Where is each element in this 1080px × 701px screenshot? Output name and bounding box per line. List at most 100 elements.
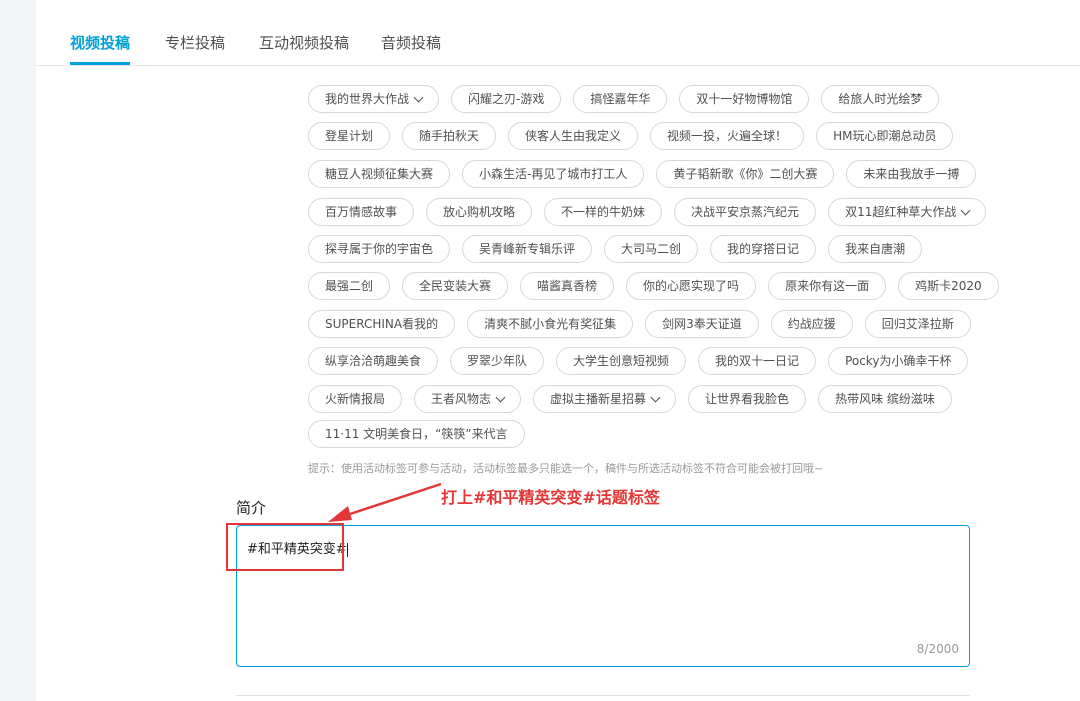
annotation-arrow-icon — [328, 482, 442, 522]
activity-tag-label: 鸡斯卡2020 — [915, 279, 982, 293]
activity-tag-label: 决战平安京蒸汽纪元 — [691, 205, 800, 219]
activity-tag[interactable]: 随手拍秋天 — [402, 122, 497, 150]
activity-tag-label: 王者风物志 — [431, 392, 492, 406]
activity-tag[interactable]: 视频一投，火遍全球！ — [650, 122, 805, 150]
tag-row: 百万情感故事 放心购机攻略 不一样的牛奶妹 决战平安京蒸汽纪元 双11超红种草大作战 — [308, 198, 998, 228]
annotation-highlight-box — [226, 523, 344, 571]
chevron-down-icon — [650, 392, 661, 403]
active-tab-indicator — [70, 62, 130, 65]
activity-tag[interactable]: 我的世界大作战 — [308, 85, 440, 113]
activity-tag-label: 大司马二创 — [621, 242, 682, 256]
activity-tag[interactable]: 大司马二创 — [604, 235, 699, 263]
activity-tag[interactable]: 吴青峰新专辑乐评 — [462, 235, 593, 263]
activity-tag[interactable]: 我的穿搭日记 — [710, 235, 817, 263]
activity-tag[interactable]: 原来你有这一面 — [768, 272, 887, 300]
activity-tag[interactable]: 最强二创 — [308, 272, 391, 300]
activity-tag-label: 剑网3奉天证道 — [662, 317, 742, 331]
activity-tag-label: 我的世界大作战 — [325, 92, 410, 106]
activity-tag-label: 大学生创意短视频 — [573, 354, 670, 368]
chevron-down-icon — [960, 205, 971, 216]
activity-tag-label: 登星计划 — [325, 129, 374, 143]
activity-tag[interactable]: 闪耀之刃-游戏 — [451, 85, 562, 113]
text-cursor — [346, 542, 348, 557]
activity-tag-label: 搞怪嘉年华 — [590, 92, 651, 106]
activity-tag[interactable]: 糖豆人视频征集大赛 — [308, 160, 451, 188]
tab-article-upload[interactable]: 专栏投稿 — [165, 32, 225, 53]
activity-tag[interactable]: 纵享洽洽萌趣美食 — [308, 347, 439, 375]
activity-tag-label: SUPERCHINA看我的 — [325, 317, 439, 331]
activity-tag[interactable]: 回归艾泽拉斯 — [864, 310, 971, 338]
tag-row: 11·11 文明美食日，“筷筷”来代言 — [308, 420, 537, 450]
activity-tag[interactable]: 双11超红种草大作战 — [828, 198, 987, 226]
activity-tag-label: 全民变装大赛 — [419, 279, 492, 293]
activity-tag-label: 让世界看我脸色 — [705, 392, 790, 406]
activity-tag-label: 侠客人生由我定义 — [525, 129, 622, 143]
activity-tag[interactable]: 黄子韬新歌《你》二创大赛 — [656, 160, 835, 188]
activity-tag-label: 11·11 文明美食日，“筷筷”来代言 — [325, 427, 508, 441]
tag-row: 登星计划 随手拍秋天 侠客人生由我定义 视频一投，火遍全球！ HM玩心即潮总动员 — [308, 122, 965, 152]
activity-tag[interactable]: 未来由我放手一搏 — [846, 160, 977, 188]
activity-tag[interactable]: 不一样的牛奶妹 — [544, 198, 663, 226]
activity-tag-label: 未来由我放手一搏 — [863, 167, 960, 181]
section-divider — [236, 695, 970, 696]
chevron-down-icon — [495, 392, 506, 403]
activity-tag-list: 我的世界大作战 闪耀之刃-游戏 搞怪嘉年华 双十一好物博物馆 给旅人时光绘梦登星计划 随手… — [308, 40, 1008, 460]
activity-tag-label: 约战应援 — [787, 317, 836, 331]
activity-tag[interactable]: 11·11 文明美食日，“筷筷”来代言 — [308, 420, 525, 448]
activity-tag[interactable]: SUPERCHINA看我的 — [308, 310, 456, 338]
activity-tag[interactable]: 搞怪嘉年华 — [573, 85, 668, 113]
activity-tag[interactable]: 热带风味 缤纷滋味 — [818, 385, 952, 413]
activity-tag[interactable]: 大学生创意短视频 — [556, 347, 687, 375]
activity-tag[interactable]: 双十一好物博物馆 — [679, 85, 810, 113]
activity-tag-label: 闪耀之刃-游戏 — [468, 92, 545, 106]
tab-video-upload[interactable]: 视频投稿 — [70, 32, 130, 53]
activity-tag[interactable]: 你的心愿实现了吗 — [626, 272, 757, 300]
upload-page: 视频投稿 专栏投稿 互动视频投稿 音频投稿 我的世界大作战 闪耀之刃-游戏 搞怪嘉年… — [36, 0, 1080, 701]
activity-tag[interactable]: 让世界看我脸色 — [688, 385, 807, 413]
activity-tag[interactable]: 登星计划 — [308, 122, 391, 150]
activity-tag[interactable]: 放心购机攻略 — [426, 198, 533, 226]
activity-tag-hint: 提示：使用活动标签可参与活动，活动标签最多只能选一个，稿件与所选活动标签不符合可… — [308, 462, 824, 475]
activity-tag-label: HM玩心即潮总动员 — [833, 129, 937, 143]
activity-tag-label: 随手拍秋天 — [419, 129, 480, 143]
activity-tag[interactable]: 虚拟主播新星招募 — [533, 385, 677, 413]
activity-tag[interactable]: HM玩心即潮总动员 — [816, 122, 954, 150]
annotation-text: 打上#和平精英突变#话题标签 — [441, 488, 660, 507]
activity-tag-label: 我来自唐潮 — [845, 242, 906, 256]
activity-tag-label: 清爽不腻小食光有奖征集 — [484, 317, 617, 331]
activity-tag[interactable]: 决战平安京蒸汽纪元 — [674, 198, 817, 226]
activity-tag[interactable]: 探寻属于你的宇宙色 — [308, 235, 451, 263]
tag-row: 探寻属于你的宇宙色 吴青峰新专辑乐评 大司马二创 我的穿搭日记 我来自唐潮 — [308, 235, 934, 265]
activity-tag[interactable]: 喵酱真香榜 — [520, 272, 615, 300]
activity-tag-label: 火新情报局 — [325, 392, 386, 406]
activity-tag[interactable]: 罗翠少年队 — [450, 347, 545, 375]
description-textarea[interactable]: #和平精英突变# 8/2000 — [236, 525, 970, 667]
activity-tag[interactable]: 鸡斯卡2020 — [898, 272, 999, 300]
tag-row: 我的世界大作战 闪耀之刃-游戏 搞怪嘉年华 双十一好物博物馆 给旅人时光绘梦 — [308, 85, 951, 115]
activity-tag[interactable]: 约战应援 — [770, 310, 853, 338]
activity-tag[interactable]: Pocky为小确幸干杯 — [828, 347, 969, 375]
activity-tag-label: 吴青峰新专辑乐评 — [479, 242, 576, 256]
activity-tag[interactable]: 小森生活-再见了城市打工人 — [462, 160, 645, 188]
activity-tag[interactable]: 侠客人生由我定义 — [508, 122, 639, 150]
activity-tag[interactable]: 百万情感故事 — [308, 198, 415, 226]
activity-tag[interactable]: 我的双十一日记 — [698, 347, 817, 375]
activity-tag[interactable]: 火新情报局 — [308, 385, 403, 413]
description-char-count: 8/2000 — [916, 642, 959, 656]
activity-tag[interactable]: 全民变装大赛 — [402, 272, 509, 300]
activity-tag[interactable]: 我来自唐潮 — [828, 235, 923, 263]
activity-tag-label: 虚拟主播新星招募 — [550, 392, 647, 406]
activity-tag-label: 不一样的牛奶妹 — [561, 205, 646, 219]
activity-tag-label: 糖豆人视频征集大赛 — [325, 167, 434, 181]
activity-tag-label: 热带风味 缤纷滋味 — [835, 392, 935, 406]
tag-row: SUPERCHINA看我的 清爽不腻小食光有奖征集 剑网3奉天证道 约战应援 回归艾泽拉… — [308, 310, 983, 340]
activity-tag-label: 探寻属于你的宇宙色 — [325, 242, 434, 256]
tag-row: 纵享洽洽萌趣美食 罗翠少年队 大学生创意短视频 我的双十一日记 Pocky为小确幸干杯 — [308, 347, 980, 377]
activity-tag-label: 黄子韬新歌《你》二创大赛 — [673, 167, 818, 181]
activity-tag[interactable]: 清爽不腻小食光有奖征集 — [467, 310, 634, 338]
activity-tag[interactable]: 给旅人时光绘梦 — [821, 85, 940, 113]
activity-tag[interactable]: 王者风物志 — [414, 385, 522, 413]
activity-tag[interactable]: 剑网3奉天证道 — [645, 310, 759, 338]
activity-tag-label: 双11超红种草大作战 — [845, 205, 957, 219]
activity-tag-label: Pocky为小确幸干杯 — [845, 354, 952, 368]
